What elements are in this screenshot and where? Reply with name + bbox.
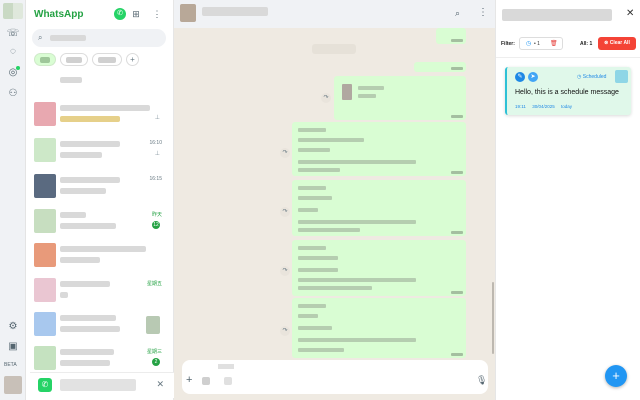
search-icon[interactable]: ⌕ [455,8,460,19]
forward-icon[interactable]: ↷ [280,207,290,217]
forward-icon[interactable]: ↷ [280,148,290,158]
emoji-icon[interactable] [202,377,210,385]
edit-icon[interactable]: ✎ [515,72,525,82]
schedule-meta: 19:11 30/04/2025 today [515,104,573,109]
chat-row[interactable]: 星期三 2 [26,342,172,376]
scheduled-message-text: Hello, this is a schedule message [515,89,619,96]
status-filter[interactable]: ◷ • 1 🗑 [519,37,563,50]
scheduler-panel: ✕ Filter: ◷ • 1 🗑 All: 1 ⊗ Clear All ✎ ➤… [495,0,640,400]
filter-chip-groups[interactable] [92,53,122,66]
menu-icon[interactable]: ⋮ [151,8,163,20]
clock-icon: ◷ [526,41,532,47]
filter-chip-unread[interactable] [60,53,88,66]
close-icon[interactable]: ✕ [626,8,634,19]
forward-icon[interactable]: ↷ [321,93,331,103]
contact-thumbnail [615,70,628,83]
settings-icon[interactable]: ⚙ [6,320,20,334]
chat-row[interactable]: 星期五 [26,274,172,308]
message-bubble[interactable] [292,122,466,176]
conversation-panel: ⌕ ⋮ ↷ ↷ ↷ ↷ ↷ + 🎙 [174,0,495,400]
new-chat-icon[interactable]: ✆ [114,8,126,20]
message-bubble[interactable] [414,62,466,72]
search-placeholder [50,35,86,41]
mic-icon[interactable]: 🎙 [476,375,487,386]
avatar [34,312,56,336]
filter-count: • 1 [534,41,540,47]
close-icon[interactable]: ✕ [156,379,164,390]
unread-dot [16,66,20,70]
whatsapp-icon: ✆ [38,378,52,392]
message-bubble[interactable] [436,28,466,44]
avatar [34,243,56,267]
call-icon[interactable]: ☏ [6,27,20,41]
install-banner[interactable]: ✆ ✕ [30,372,174,398]
conversation-header[interactable]: ⌕ ⋮ [174,0,495,28]
conversation-scrollbar[interactable] [492,282,494,354]
avatar [34,346,56,370]
unread-badge: 12 [152,221,160,229]
sticker-icon[interactable] [224,377,232,385]
chat-row[interactable] [26,239,172,273]
chat-row[interactable]: 昨天 12 [26,205,172,239]
filter-bar: Filter: ◷ • 1 🗑 All: 1 ⊗ Clear All [496,30,640,58]
chat-row[interactable]: 16:10 ⊥ [26,134,172,168]
forward-icon[interactable]: ↷ [280,326,290,336]
scheduled-message-card[interactable]: ✎ ➤ ◷ Scheduled Hello, this is a schedul… [505,67,631,115]
archive-icon[interactable]: ▣ [6,340,20,354]
avatar[interactable] [180,4,196,22]
message-bubble[interactable] [292,180,466,236]
avatar [34,278,56,302]
message-composer[interactable]: + 🎙 [182,360,488,394]
panel-title [502,9,612,21]
avatar [34,138,56,162]
clear-all-button[interactable]: ⊗ Clear All [598,37,636,50]
new-group-icon[interactable]: ⊞ [130,8,142,20]
message-bubble[interactable] [334,76,466,120]
filter-label: Filter: [501,41,515,47]
app-title: WhatsApp [34,9,84,20]
date-separator [312,44,356,54]
chat-row[interactable]: ⊥ [26,98,172,132]
avatar [34,209,56,233]
profile-avatar[interactable] [4,376,22,394]
all-count: All: 1 [580,41,593,47]
message-bubble[interactable] [292,298,466,358]
unread-badge: 2 [152,358,160,366]
chat-row[interactable] [26,308,172,342]
filter-chip-all[interactable] [34,53,56,66]
status-badge: ◷ Scheduled [577,74,607,80]
plus-icon[interactable]: + [186,374,192,386]
avatar [34,102,56,126]
pin-icon: ⊥ [154,115,160,121]
trash-icon[interactable]: 🗑 [550,40,558,47]
chat-list-panel: WhatsApp ✆ ⊞ ⋮ ⌕ + ⊥ 16:10 ⊥ 16:15 昨天 12… [26,0,199,400]
send-icon[interactable]: ➤ [528,72,538,82]
communities-icon[interactable]: ⚇ [6,87,20,101]
add-schedule-button[interactable]: + [605,365,627,387]
search-input[interactable]: ⌕ [32,29,166,47]
avatar [34,174,56,198]
add-filter-button[interactable]: + [126,53,139,66]
banner-text [60,379,136,391]
beta-label: BETA [4,362,17,368]
menu-icon[interactable]: ⋮ [478,7,488,18]
pin-icon: ⊥ [154,151,160,157]
message-bubble[interactable] [292,240,466,296]
app-logo [3,3,23,19]
status-icon[interactable]: ◌ [6,45,20,59]
forward-icon[interactable]: ↷ [280,266,290,276]
search-icon: ⌕ [38,33,43,42]
contact-name [202,7,268,16]
chat-row[interactable]: 16:15 [26,170,172,204]
nav-rail: ☏ ◌ ◎ ⚇ ⚙ ▣ BETA [0,0,26,400]
